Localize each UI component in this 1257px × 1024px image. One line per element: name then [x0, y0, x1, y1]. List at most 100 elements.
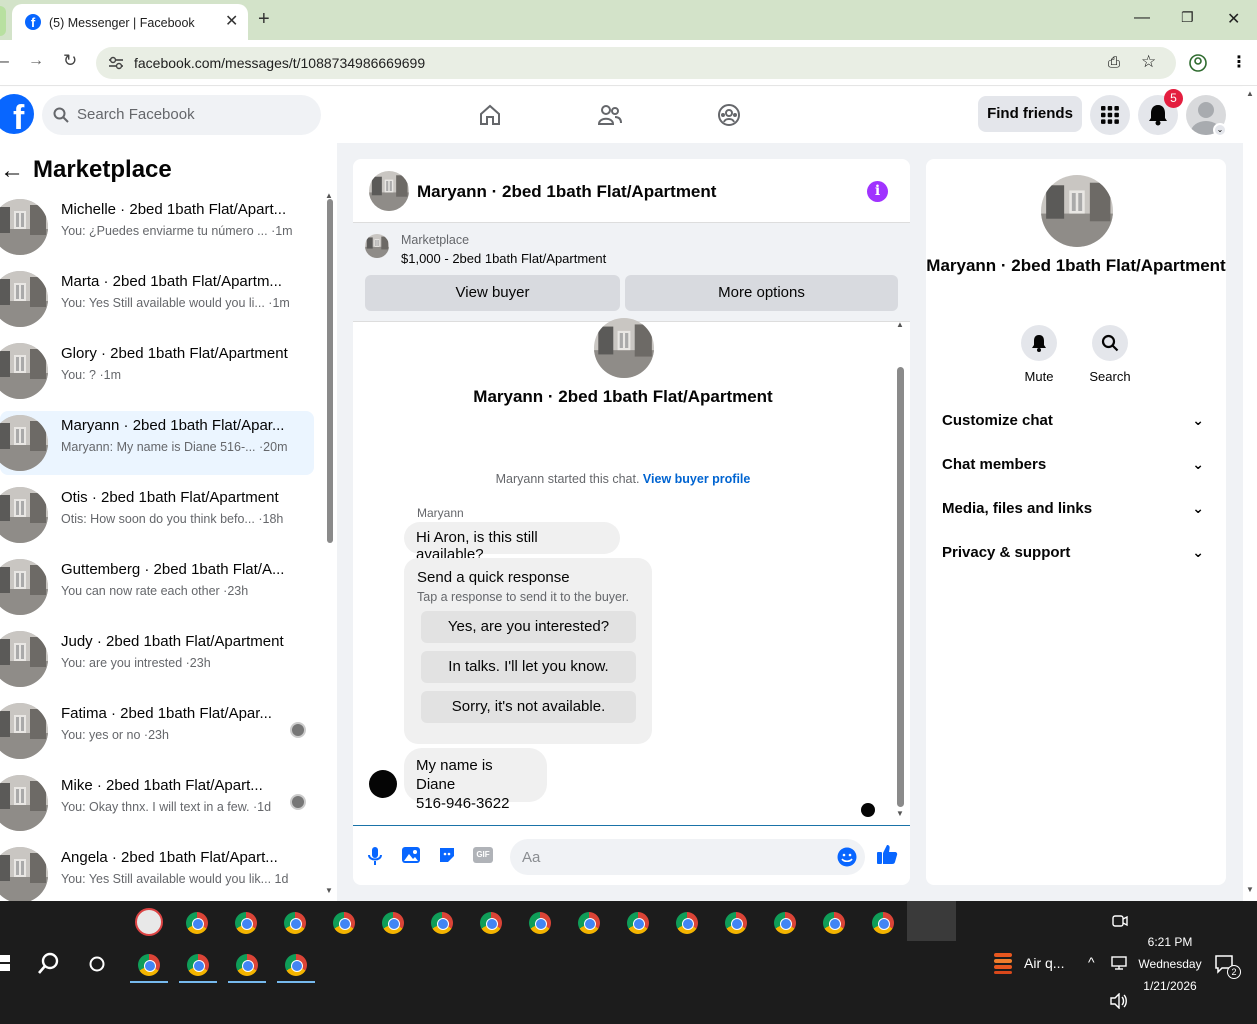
conversation-item[interactable]: Judy · 2bed 1bath Flat/Apartment You: are… [0, 627, 314, 691]
close-tab-icon[interactable]: ✕ [225, 11, 238, 31]
page-scroll-up-icon[interactable]: ▲ [1246, 89, 1254, 98]
chrome-profile-icon[interactable] [529, 912, 551, 934]
back-icon[interactable]: – [0, 53, 9, 71]
quick-response-in-talks[interactable]: In talks. I'll let you know. [421, 651, 636, 683]
new-tab-icon[interactable]: + [258, 8, 270, 31]
facebook-logo-icon[interactable]: f [0, 94, 34, 134]
thumbs-up-icon[interactable] [876, 843, 898, 865]
chrome-profile-icon[interactable] [235, 912, 257, 934]
listing-price-title[interactable]: $1,000 - 2bed 1bath Flat/Apartment [401, 251, 606, 266]
chrome-profile-icon[interactable] [187, 954, 209, 976]
reload-icon[interactable]: ↻ [63, 51, 77, 71]
message-bubble[interactable]: Hi Aron, is this still available? [404, 522, 620, 563]
conversation-item[interactable]: Marta · 2bed 1bath Flat/Apartm... You: Ye… [0, 267, 314, 331]
page-scrollbar[interactable]: ▲ ▼ [1243, 87, 1257, 901]
chrome-profile-icon[interactable] [236, 954, 258, 976]
chrome-profile-icon[interactable] [578, 912, 600, 934]
quick-response-not-available[interactable]: Sorry, it's not available. [421, 691, 636, 723]
privacy-support-row[interactable]: Privacy & support ⌄ [942, 544, 1210, 561]
conversation-item[interactable]: Angela · 2bed 1bath Flat/Apart... You: Ye… [0, 843, 314, 901]
emoji-icon[interactable] [837, 847, 857, 867]
conversation-item[interactable]: Guttemberg · 2bed 1bath Flat/A... You can… [0, 555, 314, 619]
chrome-profile-icon[interactable] [382, 912, 404, 934]
chrome-profile-icon[interactable] [823, 912, 845, 934]
mute-action[interactable]: Mute [1009, 325, 1069, 384]
conversation-item[interactable]: Michelle · 2bed 1bath Flat/Apart... You: … [0, 195, 314, 259]
conversation-item[interactable]: Glory · 2bed 1bath Flat/Apartment You: ? … [0, 339, 314, 403]
back-arrow-icon[interactable]: ← [0, 157, 24, 185]
thread-scrollbar[interactable] [897, 367, 904, 807]
account-chevron-icon[interactable]: ⌄ [1213, 123, 1227, 137]
chrome-profile-icon[interactable] [872, 912, 894, 934]
site-settings-icon[interactable] [108, 56, 124, 70]
details-avatar[interactable] [1041, 175, 1113, 247]
search-action[interactable]: Search [1080, 325, 1140, 384]
url-field[interactable]: facebook.com/messages/t/1088734986669699… [96, 47, 1176, 79]
restore-icon[interactable]: ❐ [1181, 9, 1194, 26]
menu-button[interactable] [1090, 95, 1130, 135]
chrome-profile-icon[interactable] [676, 912, 698, 934]
sender-avatar[interactable] [369, 770, 397, 798]
home-icon[interactable] [478, 103, 502, 127]
photo-icon[interactable] [401, 846, 421, 864]
customize-chat-row[interactable]: Customize chat ⌄ [942, 412, 1210, 429]
app-icon[interactable] [135, 908, 163, 936]
chrome-profile-icon[interactable] [138, 954, 160, 976]
mute-button-circle[interactable] [1021, 325, 1057, 361]
chrome-profile-icon[interactable] [725, 912, 747, 934]
minimize-icon[interactable]: — [1134, 9, 1150, 27]
view-buyer-profile-link[interactable]: View buyer profile [643, 472, 750, 486]
conversation-item[interactable]: Maryann · 2bed 1bath Flat/Apar... Maryann… [0, 411, 314, 475]
chat-members-row[interactable]: Chat members ⌄ [942, 456, 1210, 473]
chrome-profile-icon[interactable] [186, 912, 208, 934]
cortana-icon[interactable] [88, 955, 106, 973]
chat-title[interactable]: Maryann · 2bed 1bath Flat/Apartment [417, 182, 716, 202]
conversation-item[interactable]: Otis · 2bed 1bath Flat/Apartment Otis: Ho… [0, 483, 314, 547]
conversation-item[interactable]: Fatima · 2bed 1bath Flat/Apar... You: yes… [0, 699, 314, 763]
groups-icon[interactable] [717, 103, 741, 127]
find-friends-button[interactable]: Find friends [978, 96, 1082, 132]
search-facebook-input[interactable]: Search Facebook [42, 95, 321, 135]
meet-now-icon[interactable] [1112, 913, 1128, 929]
quick-response-yes[interactable]: Yes, are you interested? [421, 611, 636, 643]
profile-icon[interactable] [1189, 54, 1207, 72]
browser-menu-icon[interactable]: ⋮ [1231, 52, 1247, 72]
tray-expand-icon[interactable]: ^ [1088, 954, 1095, 970]
taskbar-search-icon[interactable] [37, 952, 61, 976]
bookmark-star-icon[interactable]: ☆ [1141, 52, 1156, 72]
conversation-item[interactable]: Mike · 2bed 1bath Flat/Apart... You: Okay… [0, 771, 314, 835]
install-app-icon[interactable]: ⎙ [1108, 54, 1120, 71]
chrome-profile-icon[interactable] [284, 912, 306, 934]
thread-scroll-down-icon[interactable]: ▼ [896, 809, 904, 818]
scroll-down-icon[interactable]: ▼ [325, 886, 333, 895]
chat-avatar[interactable] [369, 171, 409, 211]
media-files-links-row[interactable]: Media, files and links ⌄ [942, 500, 1210, 517]
view-buyer-button[interactable]: View buyer [365, 275, 620, 311]
scroll-up-icon[interactable]: ▲ [325, 191, 333, 200]
windows-start-icon[interactable] [0, 955, 12, 971]
weather-air-quality-icon[interactable] [992, 951, 1014, 975]
browser-tab[interactable]: f (5) Messenger | Facebook ✕ [12, 4, 248, 40]
chrome-profile-icon[interactable] [333, 912, 355, 934]
close-window-icon[interactable]: ✕ [1227, 9, 1240, 29]
chrome-profile-icon[interactable] [431, 912, 453, 934]
microphone-icon[interactable] [368, 846, 382, 866]
page-scroll-down-icon[interactable]: ▼ [1246, 885, 1254, 894]
weather-text[interactable]: Air q... [1024, 955, 1064, 971]
chrome-profile-icon[interactable] [627, 912, 649, 934]
forward-icon[interactable]: → [28, 52, 44, 70]
thread-scroll-up-icon[interactable]: ▲ [896, 320, 904, 329]
sticker-icon[interactable] [438, 846, 456, 864]
message-input[interactable]: Aa [510, 839, 865, 875]
gif-icon[interactable]: GIF [473, 847, 493, 863]
chrome-profile-icon[interactable] [774, 912, 796, 934]
chrome-profile-icon[interactable] [480, 912, 502, 934]
prev-tab-edge[interactable] [0, 6, 6, 36]
message-bubble[interactable]: My name is Diane 516-946-3622 [404, 748, 547, 812]
search-button-circle[interactable] [1092, 325, 1128, 361]
taskbar-clock[interactable]: 6:21 PM Wednesday 1/21/2026 [1125, 931, 1215, 997]
info-icon[interactable]: i [867, 181, 888, 202]
conversation-list-scrollbar[interactable] [327, 199, 333, 543]
more-options-button[interactable]: More options [625, 275, 898, 311]
chrome-profile-icon[interactable] [285, 954, 307, 976]
